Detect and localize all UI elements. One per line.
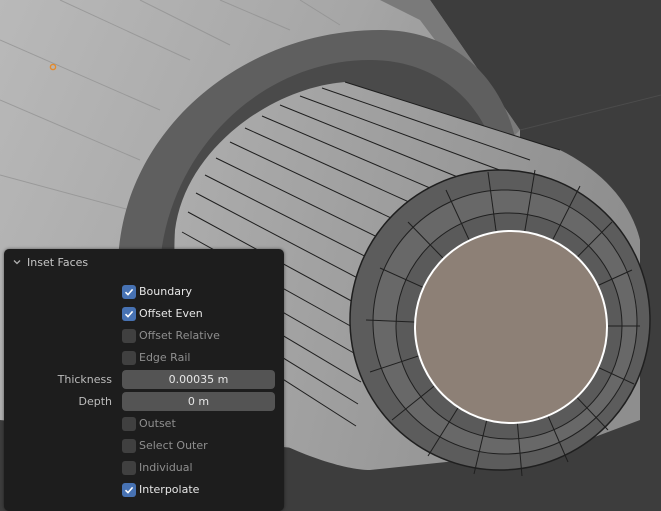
individual-checkbox[interactable] (122, 461, 136, 475)
depth-field[interactable]: 0 m (122, 392, 275, 411)
chevron-down-icon (12, 257, 22, 267)
boundary-label: Boundary (139, 285, 192, 298)
offset-even-label: Offset Even (139, 307, 203, 320)
checkmark-icon (124, 486, 134, 494)
operator-panel-inset-faces: Inset Faces Boundary Offset Even Offset … (4, 249, 284, 511)
panel-header[interactable]: Inset Faces (4, 249, 284, 275)
depth-label: Depth (78, 395, 112, 408)
edge-rail-checkbox[interactable] (122, 351, 136, 365)
select-outer-label: Select Outer (139, 439, 208, 452)
outset-label: Outset (139, 417, 176, 430)
offset-relative-label: Offset Relative (139, 329, 220, 342)
option-boundary[interactable]: Boundary (4, 282, 284, 302)
thickness-row: Thickness 0.00035 m (4, 370, 284, 390)
thickness-field[interactable]: 0.00035 m (122, 370, 275, 389)
individual-label: Individual (139, 461, 193, 474)
option-individual[interactable]: Individual (4, 458, 284, 478)
panel-title: Inset Faces (27, 255, 89, 269)
interpolate-checkbox[interactable] (122, 483, 136, 497)
thickness-label: Thickness (57, 373, 112, 386)
option-outset[interactable]: Outset (4, 414, 284, 434)
interpolate-label: Interpolate (139, 483, 200, 496)
select-outer-checkbox[interactable] (122, 439, 136, 453)
boundary-checkbox[interactable] (122, 285, 136, 299)
checkmark-icon (124, 288, 134, 296)
offset-relative-checkbox[interactable] (122, 329, 136, 343)
edge-rail-label: Edge Rail (139, 351, 191, 364)
outset-checkbox[interactable] (122, 417, 136, 431)
option-offset-relative[interactable]: Offset Relative (4, 326, 284, 346)
option-interpolate[interactable]: Interpolate (4, 480, 284, 500)
option-select-outer[interactable]: Select Outer (4, 436, 284, 456)
checkmark-icon (124, 310, 134, 318)
offset-even-checkbox[interactable] (122, 307, 136, 321)
option-edge-rail[interactable]: Edge Rail (4, 348, 284, 368)
depth-row: Depth 0 m (4, 392, 284, 412)
option-offset-even[interactable]: Offset Even (4, 304, 284, 324)
